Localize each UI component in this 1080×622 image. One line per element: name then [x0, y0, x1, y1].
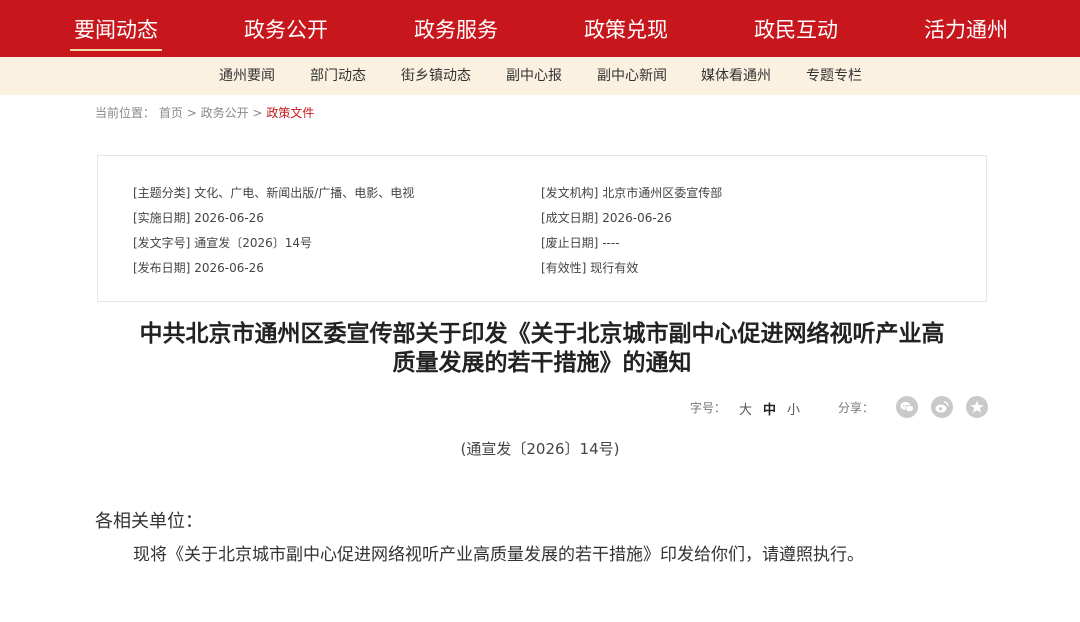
- top-nav-item-news[interactable]: 要闻动态: [70, 0, 162, 57]
- top-nav-item-vitality[interactable]: 活力通州: [924, 0, 1008, 57]
- meta-label: [成文日期]: [541, 211, 599, 225]
- font-size-label: 字号：: [690, 401, 727, 415]
- meta-effective-date: [实施日期] 2026-06-26: [133, 209, 264, 226]
- meta-issuer: [发文机构] 北京市通州区委宣传部: [541, 184, 722, 201]
- top-nav-item-interaction[interactable]: 政民互动: [754, 0, 838, 57]
- sub-nav-item[interactable]: 街乡镇动态: [401, 57, 471, 95]
- meta-abolish-date: [废止日期] ----: [541, 234, 620, 251]
- sub-navigation: 通州要闻 部门动态 街乡镇动态 副中心报 副中心新闻 媒体看通州 专题专栏: [0, 57, 1080, 95]
- article-title: 中共北京市通州区委宣传部关于印发《关于北京城市副中心促进网络视听产业高 质量发展…: [98, 320, 986, 378]
- meta-value: 2026-06-26: [194, 261, 264, 275]
- top-nav-item-gov-affairs[interactable]: 政务公开: [244, 0, 328, 57]
- salutation: 各相关单位：: [95, 511, 203, 532]
- font-size-medium-button[interactable]: 中: [763, 399, 776, 418]
- top-nav-label: 政务服务: [414, 18, 498, 42]
- sub-nav-item[interactable]: 副中心报: [506, 57, 562, 95]
- meta-value: 通宣发〔2026〕14号: [194, 236, 313, 250]
- breadcrumb-section[interactable]: 政务公开: [201, 106, 249, 120]
- top-nav-label: 政务公开: [244, 18, 328, 42]
- sub-nav-item[interactable]: 部门动态: [310, 57, 366, 95]
- meta-written-date: [成文日期] 2026-06-26: [541, 209, 672, 226]
- sub-nav-item[interactable]: 专题专栏: [806, 57, 862, 95]
- top-nav-label: 活力通州: [924, 18, 1008, 42]
- meta-topic: [主题分类] 文化、广电、新闻出版/广播、电影、电视: [133, 184, 414, 201]
- meta-value: ----: [602, 236, 620, 250]
- top-nav-label: 要闻动态: [74, 18, 158, 42]
- meta-label: [废止日期]: [541, 236, 599, 250]
- meta-value: 文化、广电、新闻出版/广播、电影、电视: [194, 186, 415, 200]
- meta-label: [有效性]: [541, 261, 587, 275]
- meta-publish-date: [发布日期] 2026-06-26: [133, 259, 264, 276]
- top-nav-item-gov-services[interactable]: 政务服务: [414, 0, 498, 57]
- meta-label: [主题分类]: [133, 186, 191, 200]
- meta-value: 2026-06-26: [602, 211, 672, 225]
- breadcrumb-home[interactable]: 首页: [159, 106, 183, 120]
- top-navigation: 要闻动态 政务公开 政务服务 政策兑现 政民互动 活力通州: [0, 0, 1080, 57]
- meta-label: [实施日期]: [133, 211, 191, 225]
- sub-nav-item[interactable]: 媒体看通州: [701, 57, 771, 95]
- font-size-small-button[interactable]: 小: [787, 399, 800, 418]
- breadcrumb-separator: >: [186, 106, 197, 120]
- meta-label: [发文机构]: [541, 186, 599, 200]
- breadcrumb-prefix: 当前位置：: [95, 106, 156, 120]
- favorite-icon[interactable]: [966, 396, 988, 418]
- meta-label: [发文字号]: [133, 236, 191, 250]
- breadcrumb: 当前位置： 首页 > 政务公开 > 政策文件: [95, 104, 314, 121]
- meta-label: [发布日期]: [133, 261, 191, 275]
- meta-value: 北京市通州区委宣传部: [602, 186, 723, 200]
- meta-value: 2026-06-26: [194, 211, 264, 225]
- top-nav-label: 政策兑现: [584, 18, 668, 42]
- wechat-icon[interactable]: [896, 396, 918, 418]
- sub-nav-item[interactable]: 副中心新闻: [597, 57, 667, 95]
- top-nav-item-policy[interactable]: 政策兑现: [584, 0, 668, 57]
- body-paragraph: 现将《关于北京城市副中心促进网络视听产业高质量发展的若干措施》印发给你们，请遵照…: [133, 545, 864, 565]
- meta-document-number: [发文字号] 通宣发〔2026〕14号: [133, 234, 312, 251]
- document-number: (通宣发〔2026〕14号): [460, 440, 620, 458]
- sub-nav-item[interactable]: 通州要闻: [219, 57, 275, 95]
- meta-value: 现行有效: [590, 261, 639, 275]
- share-label: 分享：: [838, 401, 875, 415]
- document-metadata-box: [97, 155, 987, 302]
- font-size-large-button[interactable]: 大: [739, 399, 752, 418]
- breadcrumb-current[interactable]: 政策文件: [266, 106, 314, 120]
- top-nav-label: 政民互动: [754, 18, 838, 42]
- breadcrumb-separator: >: [252, 106, 263, 120]
- article-title-line: 质量发展的若干措施》的通知: [392, 350, 692, 376]
- weibo-icon[interactable]: [931, 396, 953, 418]
- article-title-line: 中共北京市通州区委宣传部关于印发《关于北京城市副中心促进网络视听产业高: [139, 321, 945, 347]
- active-tab-underline: [70, 49, 162, 51]
- meta-validity: [有效性] 现行有效: [541, 259, 638, 276]
